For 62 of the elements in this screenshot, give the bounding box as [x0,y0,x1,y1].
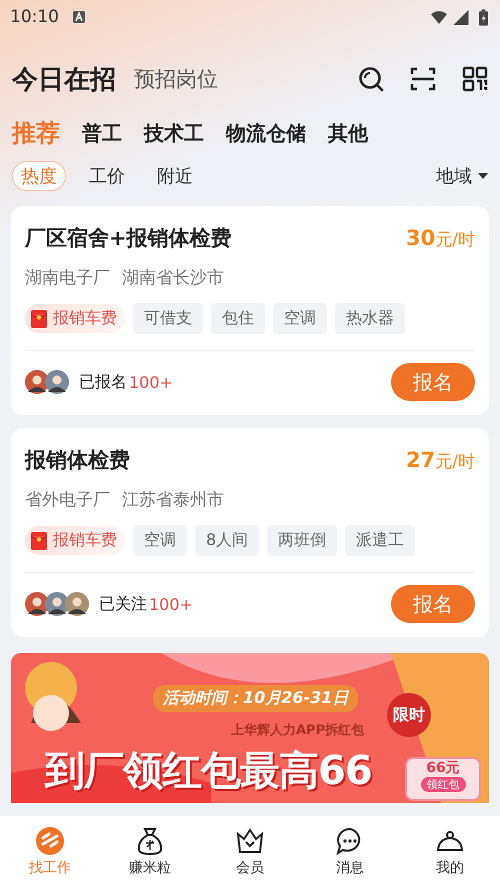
banner-headline: 到厂领红包最高66 [45,747,372,796]
job-card[interactable]: 厂区宿舍+报销体检费 30元/时 湖南电子厂 湖南省长沙市 报销车费 可借支 包住 空调 热水器 已报名 100+ 报名 [11,206,489,415]
wage-unit: 元/时 [435,229,475,251]
job-tag: 可借支 [133,303,203,334]
nav-tab[interactable]: 我的 [400,816,500,888]
job-tag: 派遣工 [345,525,416,556]
battery-icon [479,8,488,26]
job-tag: 空调 [273,303,327,334]
company-name: 湖南电子厂 [25,267,110,289]
crown-icon [235,826,265,856]
category-tab[interactable]: 其他 [328,120,368,146]
reward-amount: 66元 [426,759,460,777]
job-tag: 包住 [211,303,265,334]
status-time: 10:10 [10,7,59,27]
applicant-label: 已报名 [79,372,127,392]
bonus-text: 报销车费 [53,308,117,329]
job-tag: 8人间 [195,525,260,556]
job-tag: 两班倒 [267,525,338,556]
page-title: 今日在招 [12,64,116,96]
job-tag: 热水器 [335,303,405,334]
bonus-text: 报销车费 [53,530,117,551]
wage-amount: 30 [406,226,436,250]
category-tab[interactable]: 物流仓储 [226,120,306,146]
applicant-label: 已关注 [99,594,147,614]
envelope-icon [31,310,47,328]
wifi-icon [431,10,447,24]
applicant-count: 100+ [129,372,173,392]
banner-subtitle: 上华辉人力APP拆红包 [231,722,364,739]
scan-icon[interactable] [410,66,436,92]
caret-icon [478,173,488,179]
event-date-text: 活动时间：10月26-31日 [153,685,358,712]
sort-chip[interactable]: 工价 [80,161,134,191]
nav-label: 我的 [436,859,464,877]
nav-label: 找工作 [29,859,71,877]
region-dropdown[interactable]: 地域 [436,164,488,188]
job-card[interactable]: 报销体检费 27元/时 省外电子厂 江苏省泰州市 报销车费 空调 8人间 两班倒 派遣工 已关注 100+ 报名 [11,428,489,637]
company-name: 省外电子厂 [25,489,110,511]
pre-hire-tab[interactable]: 预招岗位 [134,65,218,93]
envelope-icon [31,532,47,550]
notification-icon [73,11,85,23]
logo-icon [35,826,65,856]
nav-tab[interactable]: 赚米粒 [100,816,200,888]
sort-chip[interactable]: 附近 [148,161,202,191]
job-location: 湖南省长沙市 [122,267,224,289]
wage-amount: 27 [406,448,436,472]
nav-tab[interactable]: 会员 [200,816,300,888]
signal-icon [453,10,469,24]
job-location: 江苏省泰州市 [122,489,224,511]
category-tab[interactable]: 普工 [82,120,122,146]
nav-label: 赚米粒 [129,859,171,877]
search-icon[interactable] [358,66,384,92]
category-tab[interactable]: 技术工 [144,120,204,146]
job-title: 厂区宿舍+报销体检费 [25,225,233,252]
nav-tab[interactable]: 消息 [300,816,400,888]
job-title: 报销体检费 [25,447,131,474]
money-bag-icon [135,826,165,856]
nav-label: 会员 [236,859,264,877]
wage-unit: 元/时 [435,451,475,473]
qr-code-icon[interactable] [462,66,488,92]
job-tag: 空调 [133,525,187,556]
applicant-count: 100+ [149,594,193,614]
nav-label: 消息 [336,859,364,877]
